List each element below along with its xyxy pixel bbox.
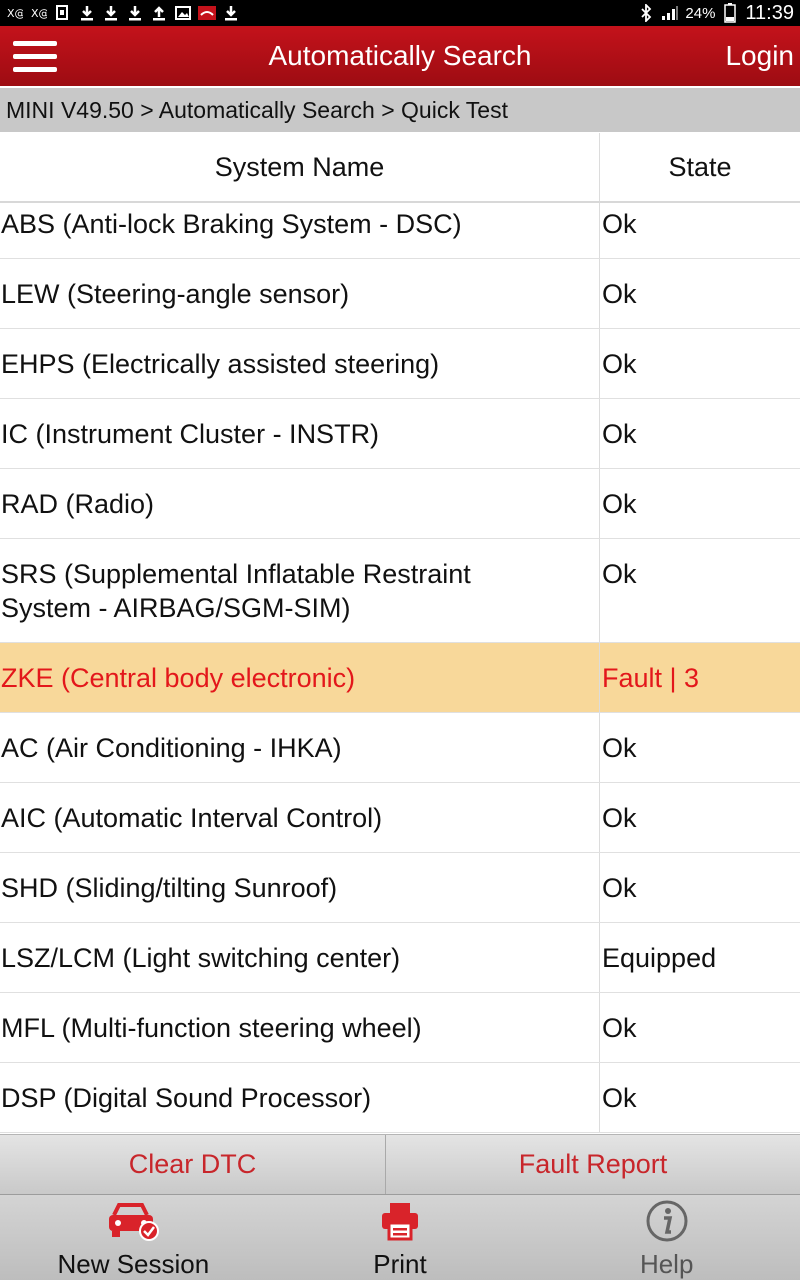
upload-icon (150, 4, 168, 22)
system-name: ZKE (Central body electronic) (0, 643, 600, 712)
app-notification-icon (198, 4, 216, 22)
system-name: AIC (Automatic Interval Control) (0, 783, 600, 852)
system-name: EHPS (Electrically assisted steering) (0, 329, 600, 398)
table-row[interactable]: DSP (Digital Sound Processor) Ok (0, 1063, 800, 1133)
table-row[interactable]: RAD (Radio) Ok (0, 469, 800, 539)
system-name: SRS (Supplemental Inflatable Restraint S… (0, 539, 600, 642)
system-status: 24% 11:39 (637, 2, 794, 25)
system-name: LSZ/LCM (Light switching center) (0, 923, 600, 992)
print-label: Print (373, 1249, 427, 1279)
system-name: ABS (Anti-lock Braking System - DSC) (0, 203, 600, 258)
table-row[interactable]: MFL (Multi-function steering wheel) Ok (0, 993, 800, 1063)
bluetooth-icon (637, 4, 655, 22)
bottom-nav: New Session Print Help (0, 1194, 800, 1280)
system-table: System Name State ABS (Anti-lock Braking… (0, 133, 800, 1135)
system-state: Ok (602, 209, 637, 239)
sim-icon (54, 4, 72, 22)
system-name: SHD (Sliding/tilting Sunroof) (0, 853, 600, 922)
system-state: Ok (602, 733, 637, 763)
help-label: Help (639, 1249, 694, 1279)
new-session-button[interactable]: New Session (0, 1195, 267, 1280)
breadcrumb: MINI V49.50 > Automatically Search > Qui… (0, 88, 800, 132)
system-name-header: System Name (0, 133, 600, 201)
system-state: Ok (602, 1083, 637, 1113)
new-session-label: New Session (57, 1249, 210, 1279)
svg-text:X@: X@ (31, 7, 47, 20)
missed-call-icon: X@ (6, 4, 24, 22)
system-name-line: SRS (Supplemental Inflatable Restraint (1, 559, 471, 589)
system-state: Ok (602, 1013, 637, 1043)
login-button[interactable]: Login (721, 26, 798, 86)
table-row[interactable]: IC (Instrument Cluster - INSTR) Ok (0, 399, 800, 469)
fault-report-button[interactable]: Fault Report (386, 1135, 800, 1194)
system-name: IC (Instrument Cluster - INSTR) (0, 399, 600, 468)
info-icon (639, 1199, 695, 1243)
page-title: Automatically Search (268, 40, 532, 71)
table-header: System Name State (0, 133, 800, 203)
system-state: Equipped (602, 943, 717, 973)
clock: 11:39 (745, 1, 794, 24)
download-icon (102, 4, 120, 22)
table-row[interactable]: LEW (Steering-angle sensor) Ok (0, 259, 800, 329)
system-state: Fault | 3 (602, 663, 700, 693)
image-icon (174, 4, 192, 22)
system-name: RAD (Radio) (0, 469, 600, 538)
missed-call-icon: X@ (30, 4, 48, 22)
download-icon (126, 4, 144, 22)
system-state: Ok (602, 873, 637, 903)
table-row[interactable]: SRS (Supplemental Inflatable Restraint S… (0, 539, 800, 643)
table-row-fault[interactable]: ZKE (Central body electronic) Fault | 3 (0, 643, 800, 713)
system-name-line: System - AIRBAG/SGM-SIM) (1, 593, 351, 623)
download-icon (222, 4, 240, 22)
menu-icon[interactable] (0, 26, 70, 86)
table-row[interactable]: AIC (Automatic Interval Control) Ok (0, 783, 800, 853)
clear-dtc-button[interactable]: Clear DTC (0, 1135, 386, 1194)
download-icon (78, 4, 96, 22)
status-bar: X@ X@ (0, 0, 800, 26)
system-name: DSP (Digital Sound Processor) (0, 1063, 600, 1132)
table-row[interactable]: ABS (Anti-lock Braking System - DSC) Ok (0, 203, 800, 259)
table-body[interactable]: ABS (Anti-lock Braking System - DSC) Ok … (0, 203, 800, 1135)
table-row[interactable]: LSZ/LCM (Light switching center) Equippe… (0, 923, 800, 993)
system-name: LEW (Steering-angle sensor) (0, 259, 600, 328)
system-state: Ok (602, 419, 637, 449)
system-state: Ok (602, 279, 637, 309)
svg-text:X@: X@ (7, 7, 23, 20)
notification-icons: X@ X@ (6, 4, 240, 22)
help-button[interactable]: Help (533, 1195, 800, 1280)
system-name: AC (Air Conditioning - IHKA) (0, 713, 600, 782)
signal-icon (661, 4, 679, 22)
table-row[interactable]: AC (Air Conditioning - IHKA) Ok (0, 713, 800, 783)
system-state: Ok (602, 489, 637, 519)
table-row[interactable]: SHD (Sliding/tilting Sunroof) Ok (0, 853, 800, 923)
print-button[interactable]: Print (267, 1195, 534, 1280)
app-bar: Automatically Search Login (0, 26, 800, 86)
system-state: Ok (602, 559, 637, 589)
state-header: State (668, 151, 732, 182)
system-state: Ok (602, 349, 637, 379)
table-row[interactable]: EHPS (Electrically assisted steering) Ok (0, 329, 800, 399)
system-name: MFL (Multi-function steering wheel) (0, 993, 600, 1062)
system-state: Ok (602, 803, 637, 833)
printer-icon (372, 1199, 428, 1243)
battery-icon (721, 3, 739, 23)
battery-percent: 24% (685, 4, 716, 22)
car-check-icon (105, 1199, 161, 1243)
action-bar: Clear DTC Fault Report (0, 1134, 800, 1194)
